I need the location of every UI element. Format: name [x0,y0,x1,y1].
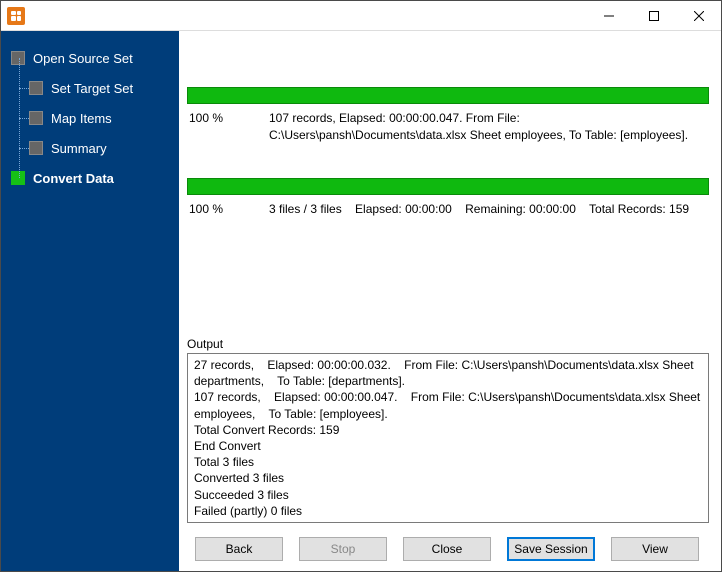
step-map-items[interactable]: Map Items [1,103,179,133]
step-open-source-set[interactable]: Open Source Set [1,43,179,73]
view-button[interactable]: View [611,537,699,561]
minimize-button[interactable] [586,1,631,30]
app-window: Open Source Set Set Target Set Map Items… [0,0,722,572]
total-files: 3 files / 3 files [269,202,342,216]
total-progress-info: 100 % 3 files / 3 files Elapsed: 00:00:0… [187,195,709,218]
total-records: Total Records: 159 [589,202,689,216]
titlebar [1,1,721,31]
file-progress-info: 100 % 107 records, Elapsed: 00:00:00.047… [187,104,709,144]
output-textarea[interactable]: 27 records, Elapsed: 00:00:00.032. From … [187,353,709,523]
wizard-steps: Open Source Set Set Target Set Map Items… [1,43,179,193]
window-controls [586,1,721,30]
step-label: Set Target Set [51,81,133,96]
step-label: Open Source Set [33,51,133,66]
step-set-target-set[interactable]: Set Target Set [1,73,179,103]
step-box-icon [29,141,43,155]
step-box-icon [11,171,25,185]
file-progress-bar [187,87,709,104]
step-box-icon [29,111,43,125]
close-window-button[interactable] [676,1,721,30]
titlebar-left [1,7,25,25]
app-icon [7,7,25,25]
output-section: Output 27 records, Elapsed: 00:00:00.032… [187,337,709,523]
step-label: Convert Data [33,171,114,186]
body: Open Source Set Set Target Set Map Items… [1,31,721,571]
file-progress-line2: C:\Users\pansh\Documents\data.xlsx Sheet… [269,127,709,144]
main-panel: 100 % 107 records, Elapsed: 00:00:00.047… [179,31,721,571]
total-elapsed: Elapsed: 00:00:00 [355,202,452,216]
total-progress-bar [187,178,709,195]
step-convert-data[interactable]: Convert Data [1,163,179,193]
maximize-button[interactable] [631,1,676,30]
step-label: Summary [51,141,107,156]
progress-area: 100 % 107 records, Elapsed: 00:00:00.047… [187,39,709,217]
step-box-icon [11,51,25,65]
back-button[interactable]: Back [195,537,283,561]
save-session-button[interactable]: Save Session [507,537,595,561]
file-progress-percent: 100 % [189,110,269,144]
total-progress-percent: 100 % [189,201,269,218]
total-progress-block: 100 % 3 files / 3 files Elapsed: 00:00:0… [187,178,709,218]
file-progress-line1: 107 records, Elapsed: 00:00:00.047. From… [269,110,709,127]
stop-button: Stop [299,537,387,561]
step-label: Map Items [51,111,112,126]
total-progress-details: 3 files / 3 files Elapsed: 00:00:00 Rema… [269,201,709,218]
step-summary[interactable]: Summary [1,133,179,163]
button-row: Back Stop Close Save Session View [187,523,709,561]
close-button[interactable]: Close [403,537,491,561]
total-remaining: Remaining: 00:00:00 [465,202,576,216]
step-box-icon [29,81,43,95]
sidebar: Open Source Set Set Target Set Map Items… [1,31,179,571]
output-label: Output [187,337,709,351]
file-progress-details: 107 records, Elapsed: 00:00:00.047. From… [269,110,709,144]
